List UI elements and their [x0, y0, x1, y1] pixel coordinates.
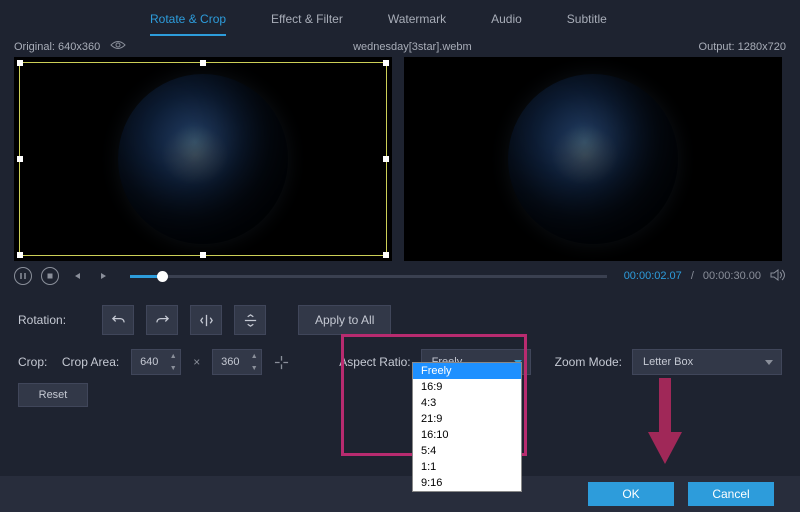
tab-subtitle[interactable]: Subtitle — [567, 8, 607, 36]
output-preview — [404, 57, 782, 261]
crop-handle[interactable] — [200, 252, 206, 258]
seek-thumb[interactable] — [157, 271, 168, 282]
crop-handle[interactable] — [17, 252, 23, 258]
pause-button[interactable] — [14, 267, 32, 285]
original-preview[interactable] — [14, 57, 392, 261]
tab-watermark[interactable]: Watermark — [388, 8, 446, 36]
seek-track[interactable] — [130, 275, 607, 278]
crop-width-field[interactable] — [132, 356, 166, 368]
filename: wednesday[3star].webm — [353, 41, 472, 53]
prev-frame-button[interactable] — [68, 267, 86, 285]
zoom-mode-value: Letter Box — [643, 356, 693, 368]
duration: 00:00:30.00 — [703, 270, 761, 282]
zoom-mode-label: Zoom Mode: — [555, 355, 622, 369]
rotate-cw-button[interactable] — [146, 305, 178, 335]
crop-handle[interactable] — [17, 60, 23, 66]
reset-button[interactable]: Reset — [18, 383, 88, 407]
step-down-icon[interactable]: ▼ — [166, 362, 180, 374]
crop-handle[interactable] — [383, 60, 389, 66]
center-crop-button[interactable] — [274, 347, 289, 377]
crop-height-field[interactable] — [213, 356, 247, 368]
aspect-option[interactable]: Freely — [413, 363, 521, 379]
rotation-label: Rotation: — [18, 313, 90, 327]
aspect-option[interactable]: 16:9 — [413, 379, 521, 395]
cancel-button[interactable]: Cancel — [688, 482, 774, 506]
tab-effect-filter[interactable]: Effect & Filter — [271, 8, 343, 36]
flip-vertical-button[interactable] — [234, 305, 266, 335]
rotate-ccw-button[interactable] — [102, 305, 134, 335]
crop-width-input[interactable]: ▲▼ — [131, 349, 181, 375]
crop-label: Crop: — [18, 355, 50, 369]
info-bar: Original: 640x360 wednesday[3star].webm … — [0, 36, 800, 57]
playbar: 00:00:02.07 / 00:00:30.00 — [0, 261, 800, 291]
crop-handle[interactable] — [17, 156, 23, 162]
crop-handle[interactable] — [383, 156, 389, 162]
crop-area-label: Crop Area: — [62, 355, 119, 369]
dimension-separator: × — [193, 355, 200, 369]
crop-handle[interactable] — [200, 60, 206, 66]
ok-button[interactable]: OK — [588, 482, 674, 506]
current-time: 00:00:02.07 — [624, 270, 682, 282]
tab-audio[interactable]: Audio — [491, 8, 522, 36]
tab-bar: Rotate & Crop Effect & Filter Watermark … — [0, 0, 800, 36]
aspect-option[interactable]: 9:16 — [413, 475, 521, 491]
aspect-option[interactable]: 5:4 — [413, 443, 521, 459]
aspect-option[interactable]: 21:9 — [413, 411, 521, 427]
preview-area — [0, 57, 800, 261]
zoom-mode-select[interactable]: Letter Box — [632, 349, 782, 375]
original-dimensions: Original: 640x360 — [14, 41, 100, 53]
aspect-option[interactable]: 16:10 — [413, 427, 521, 443]
next-frame-button[interactable] — [95, 267, 113, 285]
time-sep: / — [691, 270, 694, 282]
aspect-option[interactable]: 1:1 — [413, 459, 521, 475]
step-up-icon[interactable]: ▲ — [247, 350, 261, 362]
aspect-ratio-dropdown[interactable]: Freely 16:9 4:3 21:9 16:10 5:4 1:1 9:16 — [412, 362, 522, 492]
controls-panel: Rotation: Apply to All Crop: Crop Area: … — [0, 291, 800, 417]
footer: OK Cancel — [0, 476, 800, 512]
volume-icon[interactable] — [770, 268, 786, 285]
crop-outline[interactable] — [19, 62, 387, 256]
crop-handle[interactable] — [383, 252, 389, 258]
apply-to-all-button[interactable]: Apply to All — [298, 305, 391, 335]
stop-button[interactable] — [41, 267, 59, 285]
step-up-icon[interactable]: ▲ — [166, 350, 180, 362]
step-down-icon[interactable]: ▼ — [247, 362, 261, 374]
aspect-option[interactable]: 4:3 — [413, 395, 521, 411]
output-dimensions: Output: 1280x720 — [699, 41, 786, 53]
seek-fill — [130, 275, 160, 278]
flip-horizontal-button[interactable] — [190, 305, 222, 335]
aspect-ratio-label: Aspect Ratio: — [339, 355, 410, 369]
video-frame — [508, 74, 678, 244]
tab-rotate-crop[interactable]: Rotate & Crop — [150, 8, 226, 36]
chevron-down-icon — [765, 360, 773, 365]
crop-height-input[interactable]: ▲▼ — [212, 349, 262, 375]
eye-icon[interactable] — [110, 40, 126, 53]
